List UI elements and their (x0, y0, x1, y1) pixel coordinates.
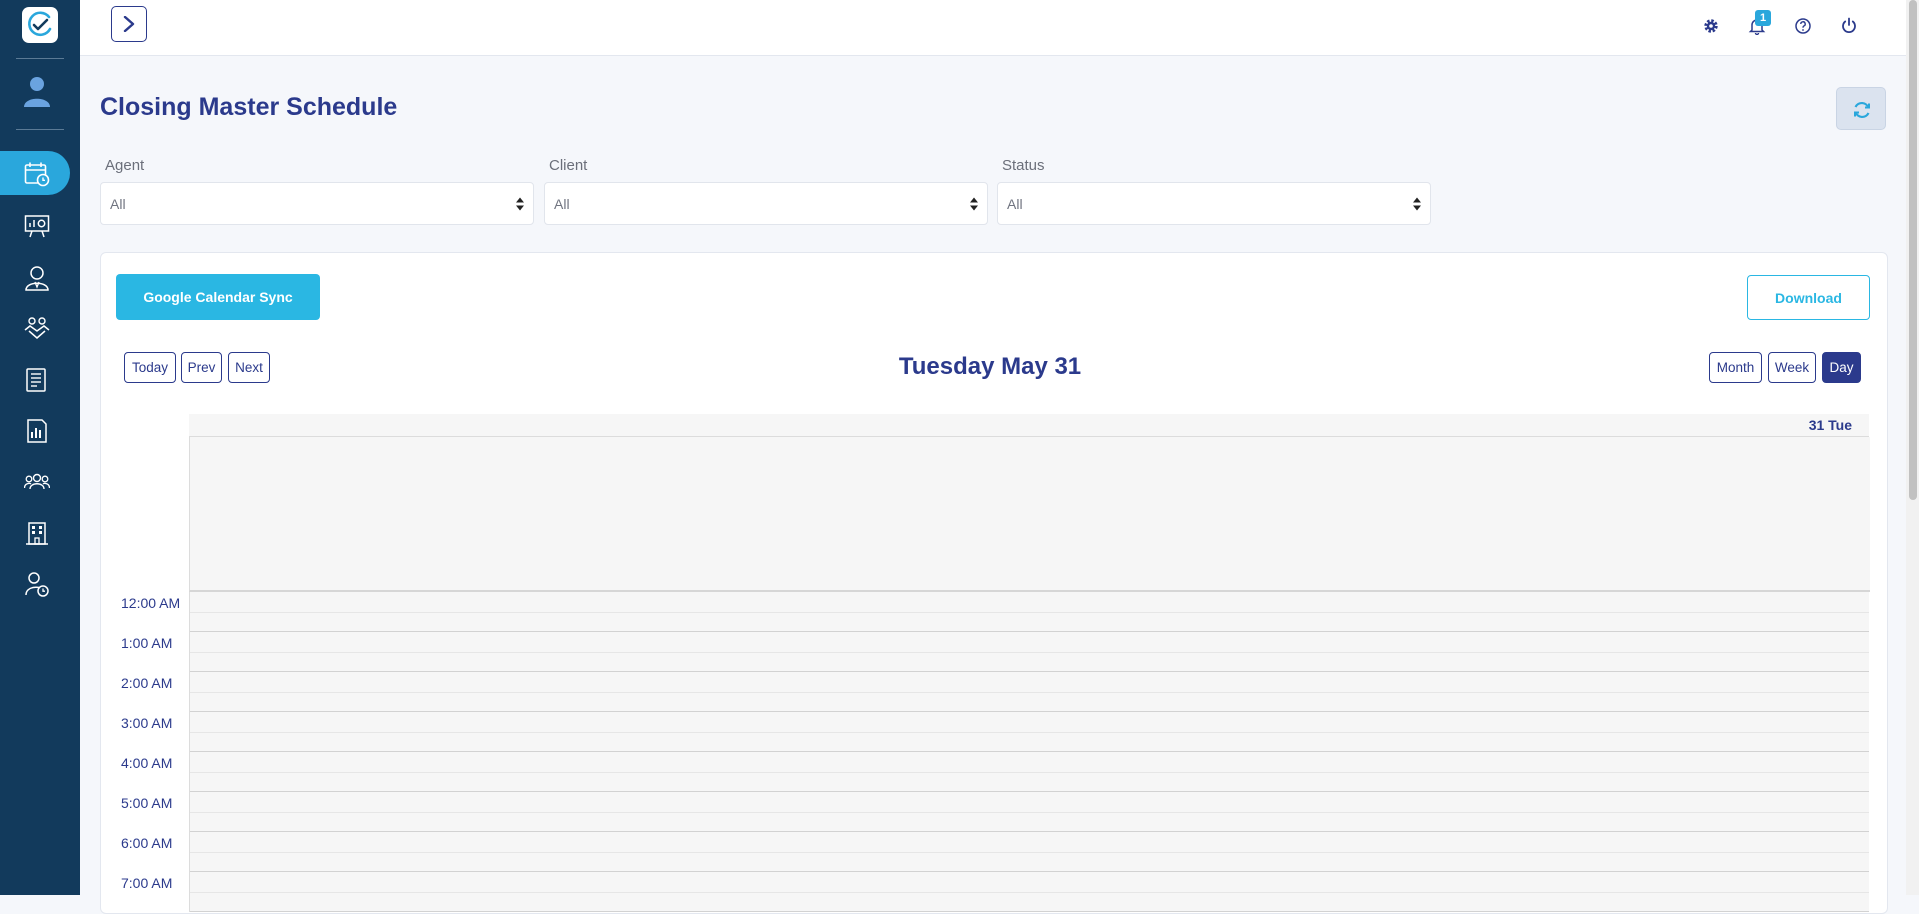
hour-row: 6:00 AM (116, 832, 1869, 872)
refresh-button[interactable] (1836, 87, 1886, 130)
time-slot[interactable] (189, 712, 1869, 752)
logo-icon (28, 11, 52, 37)
hour-label: 3:00 AM (121, 715, 173, 731)
hour-label: 5:00 AM (121, 795, 173, 811)
hour-row: 1:00 AM (116, 632, 1869, 672)
handshake-icon (24, 317, 50, 339)
power-icon[interactable] (1840, 17, 1858, 35)
hour-label: 1:00 AM (121, 635, 173, 651)
agent-select[interactable]: All (100, 182, 534, 225)
select-arrows-icon (970, 197, 978, 211)
sidebar-item-ledger[interactable] (0, 357, 80, 401)
presentation-board-icon (24, 215, 50, 238)
day-header-row: 31 Tue (189, 414, 1869, 437)
bar-chart-report-icon (27, 419, 47, 443)
help-icon[interactable] (1794, 17, 1812, 35)
today-button[interactable]: Today (124, 352, 176, 383)
download-button[interactable]: Download (1747, 275, 1870, 320)
hour-row: 4:00 AM (116, 752, 1869, 792)
page-title: Closing Master Schedule (100, 93, 398, 121)
time-slot[interactable] (189, 672, 1869, 712)
day-column-header[interactable]: 31 Tue (1809, 417, 1852, 433)
month-view-button[interactable]: Month (1709, 352, 1762, 383)
status-select-value: All (1007, 196, 1023, 212)
hour-row: 7:00 AM (116, 872, 1869, 912)
refresh-icon (1854, 101, 1870, 119)
team-icon (24, 473, 50, 490)
hour-label: 6:00 AM (121, 835, 173, 851)
scrollbar-thumb[interactable] (1909, 0, 1917, 500)
ledger-book-icon (26, 368, 46, 392)
select-arrows-icon (516, 197, 524, 211)
time-slot[interactable] (189, 832, 1869, 872)
hour-row: 3:00 AM (116, 712, 1869, 752)
week-view-button[interactable]: Week (1768, 352, 1816, 383)
calendar-title: Tuesday May 31 (898, 353, 1082, 380)
time-slot[interactable] (189, 592, 1869, 632)
select-arrows-icon (1413, 197, 1421, 211)
time-slot[interactable] (189, 752, 1869, 792)
sidebar-item-agents[interactable] (0, 255, 80, 299)
all-day-area[interactable] (189, 437, 1870, 592)
building-icon (26, 522, 48, 545)
calendar-clock-icon (24, 162, 50, 187)
status-select[interactable]: All (997, 182, 1431, 225)
hour-grid: 12:00 AM 1:00 AM 2:00 AM 3:00 AM 4:00 AM… (116, 592, 1869, 912)
hour-row: 12:00 AM (116, 592, 1869, 632)
sidebar-item-buildings[interactable] (0, 510, 80, 554)
sidebar (0, 0, 80, 895)
agent-icon (25, 266, 49, 291)
chevron-right-icon (123, 16, 135, 32)
agent-select-value: All (110, 196, 126, 212)
time-slot[interactable] (189, 632, 1869, 672)
day-view-button[interactable]: Day (1822, 352, 1861, 383)
hour-row: 5:00 AM (116, 792, 1869, 832)
hour-label: 7:00 AM (121, 875, 173, 891)
sidebar-item-team[interactable] (0, 459, 80, 503)
notification-badge: 1 (1755, 10, 1771, 26)
sidebar-item-schedule[interactable] (0, 151, 70, 195)
hour-label: 4:00 AM (121, 755, 173, 771)
sidebar-divider (16, 129, 64, 130)
time-slot[interactable] (189, 792, 1869, 832)
sidebar-item-user-schedule[interactable] (0, 561, 80, 605)
app-logo[interactable] (22, 7, 58, 43)
sidebar-toggle-button[interactable] (111, 6, 147, 42)
client-select-value: All (554, 196, 570, 212)
top-bar (80, 0, 1906, 56)
hour-row: 2:00 AM (116, 672, 1869, 712)
client-filter-label: Client (549, 157, 588, 174)
next-button[interactable]: Next (228, 352, 270, 383)
page-scrollbar[interactable] (1906, 0, 1919, 895)
hour-label: 2:00 AM (121, 675, 173, 691)
sidebar-divider (16, 58, 64, 59)
agent-filter-label: Agent (105, 157, 145, 174)
client-select[interactable]: All (544, 182, 988, 225)
gear-icon[interactable] (1702, 17, 1720, 35)
prev-button[interactable]: Prev (181, 352, 222, 383)
google-calendar-sync-button[interactable]: Google Calendar Sync (116, 274, 320, 320)
user-avatar-icon[interactable] (22, 74, 52, 113)
user-clock-icon (25, 572, 49, 597)
sidebar-item-clients[interactable] (0, 306, 80, 350)
sidebar-item-reports[interactable] (0, 408, 80, 452)
hour-label: 12:00 AM (121, 595, 181, 611)
status-filter-label: Status (1002, 157, 1045, 174)
time-slot[interactable] (189, 872, 1869, 912)
sidebar-item-presentation[interactable] (0, 203, 80, 247)
